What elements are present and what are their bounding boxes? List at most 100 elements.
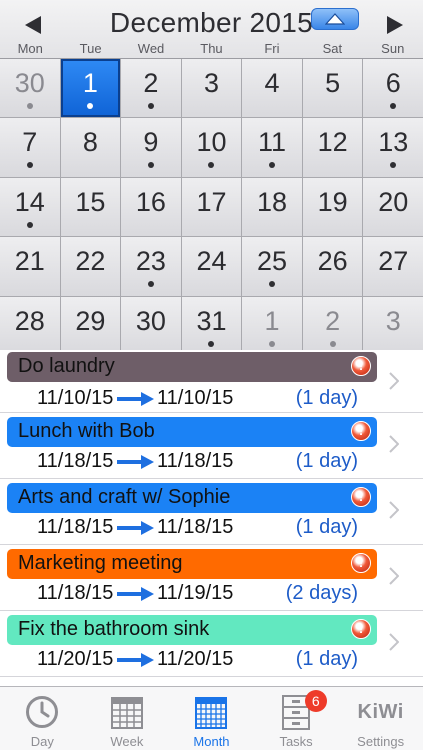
event-start-date: 11/18/15 <box>37 450 114 472</box>
day-cell[interactable]: 1 <box>242 296 302 355</box>
day-number: 7 <box>22 127 38 158</box>
day-cell[interactable]: 4 <box>242 59 302 118</box>
event-start-date: 11/18/15 <box>37 582 114 604</box>
day-number: 13 <box>378 127 409 158</box>
tab-week[interactable]: Week <box>85 687 170 750</box>
day-cell[interactable]: 7 <box>0 118 60 177</box>
day-number: 31 <box>196 305 227 336</box>
day-cell[interactable]: 15 <box>60 177 121 237</box>
weekday-label: Wed <box>137 41 165 56</box>
day-cell[interactable]: 18 <box>242 177 302 237</box>
day-cell[interactable]: 9 <box>121 118 181 177</box>
day-cell[interactable]: 19 <box>302 177 363 237</box>
weekday-header-row: Mon Tue Wed Thu Fri Sat Sun <box>0 41 423 57</box>
event-start-date: 11/10/15 <box>37 387 114 409</box>
event-dates: 11/18/15 11/18/15 (1 day) <box>0 450 423 476</box>
week-calendar-icon <box>110 697 143 729</box>
day-cell[interactable]: 3 <box>181 59 242 118</box>
day-cell[interactable]: 2 <box>302 296 363 355</box>
event-end-date: 11/19/15 <box>157 582 234 604</box>
day-number: 4 <box>264 68 280 98</box>
triangle-up-icon <box>325 13 345 25</box>
event-dot-indicator <box>329 340 336 347</box>
weekday-label: Sat <box>322 41 343 56</box>
event-duration: (1 day) <box>295 516 358 538</box>
event-list: Do laundry ! 11/10/15 11/10/15 (1 day) L… <box>0 350 423 686</box>
event-row[interactable]: Marketing meeting ! 11/18/15 11/19/15 (2… <box>0 545 423 611</box>
day-cell[interactable]: 27 <box>363 237 423 296</box>
day-cell[interactable]: 13 <box>363 118 423 177</box>
day-cell-selected[interactable]: 1 <box>60 59 121 118</box>
tab-tasks[interactable]: 6 Tasks <box>254 687 339 750</box>
day-cell[interactable]: 17 <box>181 177 242 237</box>
day-cell[interactable]: 3 <box>363 296 423 355</box>
calendar-app: December 2015 Mon Tue Wed Thu Fri Sat Su… <box>0 0 423 750</box>
tab-day[interactable]: Day <box>0 687 85 750</box>
tab-bar: Day Week Month 6 Tasks KiWi Settings <box>0 686 423 750</box>
event-title: Do laundry <box>18 355 115 377</box>
event-row[interactable]: Fix the bathroom sink ! 11/20/15 11/20/1… <box>0 611 423 677</box>
day-cell[interactable]: 11 <box>242 118 302 177</box>
day-number: 30 <box>14 68 45 98</box>
day-number: 18 <box>257 186 288 217</box>
day-number: 23 <box>135 246 166 277</box>
day-cell[interactable]: 30 <box>0 59 60 118</box>
clock-icon <box>26 696 59 728</box>
day-cell[interactable]: 25 <box>242 237 302 296</box>
alert-icon: ! <box>351 553 371 573</box>
day-cell[interactable]: 6 <box>363 59 423 118</box>
weekday-label: Mon <box>17 41 43 56</box>
tab-label: Month <box>193 734 230 749</box>
day-number: 29 <box>75 305 106 336</box>
event-title-bar: Fix the bathroom sink ! <box>7 615 377 645</box>
day-number: 17 <box>196 186 227 217</box>
day-number: 19 <box>317 186 348 217</box>
event-title: Fix the bathroom sink <box>18 618 210 640</box>
day-cell[interactable]: 21 <box>0 237 60 296</box>
tab-settings[interactable]: KiWi Settings <box>338 687 423 750</box>
alert-icon: ! <box>351 619 371 639</box>
day-cell[interactable]: 26 <box>302 237 363 296</box>
day-cell[interactable]: 29 <box>60 296 121 355</box>
day-number: 15 <box>75 186 106 217</box>
day-cell[interactable]: 8 <box>60 118 121 177</box>
next-month-button[interactable] <box>380 12 410 38</box>
day-cell[interactable]: 22 <box>60 237 121 296</box>
day-cell[interactable]: 5 <box>302 59 363 118</box>
month-calendar-icon <box>195 697 228 729</box>
right-arrow-icon <box>117 392 154 406</box>
event-title: Arts and craft w/ Sophie <box>18 486 231 508</box>
day-number: 2 <box>143 68 159 98</box>
day-number: 11 <box>258 127 287 158</box>
day-number: 27 <box>378 246 409 277</box>
day-cell[interactable]: 23 <box>121 237 181 296</box>
event-row[interactable]: Lunch with Bob ! 11/18/15 11/18/15 (1 da… <box>0 413 423 479</box>
day-cell[interactable]: 30 <box>121 296 181 355</box>
day-cell[interactable]: 20 <box>363 177 423 237</box>
day-number: 1 <box>82 68 98 98</box>
chevron-right-icon <box>389 501 399 519</box>
tab-month[interactable]: Month <box>169 687 254 750</box>
day-cell[interactable]: 2 <box>121 59 181 118</box>
day-cell[interactable]: 14 <box>0 177 60 237</box>
event-row[interactable]: Do laundry ! 11/10/15 11/10/15 (1 day) <box>0 350 423 413</box>
day-number: 6 <box>385 68 401 98</box>
event-duration: (2 days) <box>285 582 358 604</box>
event-row[interactable]: Arts and craft w/ Sophie ! 11/18/15 11/1… <box>0 479 423 545</box>
day-cell[interactable]: 10 <box>181 118 242 177</box>
event-dates: 11/20/15 11/20/15 (1 day) <box>0 648 423 674</box>
day-cell[interactable]: 24 <box>181 237 242 296</box>
event-dot-indicator <box>147 103 154 109</box>
weekday-label: Sun <box>381 41 405 56</box>
kiwi-logo: KiWi <box>357 700 404 723</box>
event-end-date: 11/18/15 <box>157 516 234 538</box>
event-end-date: 11/18/15 <box>157 450 234 472</box>
chevron-right-icon <box>389 372 399 390</box>
day-cell[interactable]: 28 <box>0 296 60 355</box>
day-cell[interactable]: 31 <box>181 296 242 355</box>
event-dates: 11/10/15 11/10/15 (1 day) <box>0 387 423 413</box>
day-number: 26 <box>317 246 348 277</box>
day-cell[interactable]: 12 <box>302 118 363 177</box>
day-cell[interactable]: 16 <box>121 177 181 237</box>
collapse-calendar-button[interactable] <box>311 8 359 30</box>
